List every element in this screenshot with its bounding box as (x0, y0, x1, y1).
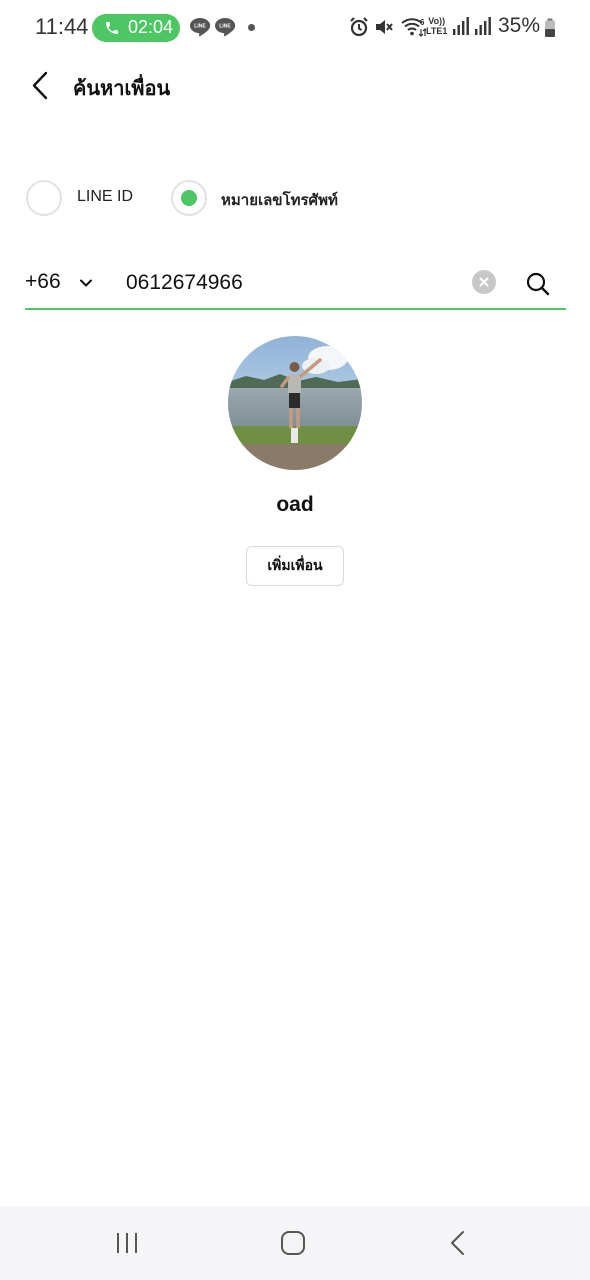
radio-phone-number[interactable]: หมายเลขโทรศัพท์ (171, 180, 371, 216)
volte-indicator: Vo)) LTE1 (426, 16, 448, 36)
profile-photo (228, 336, 362, 470)
nav-back-button[interactable] (444, 1228, 474, 1258)
back-button[interactable] (22, 66, 62, 106)
search-icon (526, 272, 550, 296)
radio-line-id[interactable]: LINE ID (26, 180, 146, 216)
svg-text:LINE: LINE (194, 24, 206, 30)
svg-text:LINE: LINE (219, 24, 231, 30)
country-code-selector[interactable]: +66 (25, 270, 61, 294)
radio-selected-dot (181, 190, 197, 206)
radio-circle[interactable] (171, 180, 207, 216)
avatar[interactable] (228, 336, 362, 470)
battery-icon (545, 18, 555, 37)
line-notification-icon: LINE (215, 18, 236, 37)
wifi-icon: 6 (401, 18, 426, 37)
screen: 11:44 02:04 LINE LINE 6 Vo)) LTE1 35% ค้… (0, 0, 590, 1280)
mute-icon (376, 20, 393, 34)
radio-circle[interactable] (26, 180, 62, 216)
svg-text:6: 6 (420, 18, 425, 27)
chevron-down-icon[interactable] (79, 278, 93, 288)
home-button[interactable] (278, 1228, 308, 1258)
status-bar: 11:44 02:04 LINE LINE 6 Vo)) LTE1 35% (0, 0, 590, 56)
phone-icon (106, 22, 118, 34)
phone-number-input[interactable] (126, 266, 456, 300)
radio-label-line-id: LINE ID (77, 188, 134, 205)
profile-name: oad (276, 493, 314, 516)
more-notifications-dot (248, 24, 255, 31)
page-title: ค้นหาเพื่อน (73, 78, 171, 100)
alarm-icon (350, 17, 368, 37)
line-notification-icon: LINE (190, 18, 211, 37)
ongoing-call-pill[interactable]: 02:04 (92, 14, 180, 42)
radio-label-phone-number: หมายเลขโทรศัพท์ (221, 192, 338, 209)
signal-icon (453, 17, 469, 35)
chevron-left-icon (32, 71, 48, 100)
add-friend-button[interactable]: เพิ่มเพื่อน (246, 546, 344, 586)
system-nav-bar (0, 1206, 590, 1280)
battery-percent: 35% (498, 14, 541, 37)
clear-input-button[interactable] (472, 270, 496, 294)
recent-apps-button[interactable] (113, 1228, 143, 1258)
search-button[interactable] (525, 271, 551, 297)
recent-apps-icon (117, 1233, 137, 1253)
home-icon (281, 1231, 305, 1255)
close-icon (479, 277, 489, 287)
call-timer: 02:04 (128, 17, 174, 37)
status-time: 11:44 (35, 14, 89, 39)
back-icon (451, 1231, 464, 1255)
input-underline (25, 308, 566, 310)
signal-icon (475, 17, 491, 35)
